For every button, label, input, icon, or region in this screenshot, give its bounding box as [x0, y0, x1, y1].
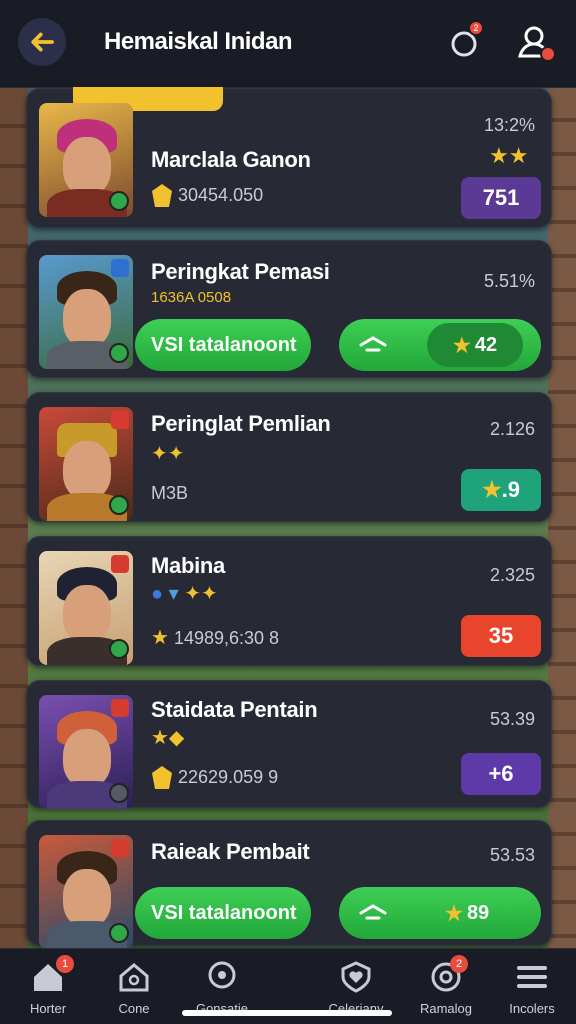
ranking-card[interactable]: Mabina 2.325 ● ▾ ✦✦ ★ 14989,6:30 8 35 — [26, 536, 552, 666]
player-points: 1636A 0508 — [151, 289, 232, 306]
reward-pill[interactable]: ★ 89 — [339, 887, 541, 939]
nav-badge: 1 — [56, 955, 74, 973]
star-gem-icons: ★◆ — [151, 727, 185, 749]
notifications-button[interactable]: 2 — [444, 20, 484, 62]
player-points: M3B — [151, 483, 189, 503]
star-icon: ★ — [151, 627, 169, 649]
reward-value: 89 — [466, 901, 490, 924]
score-badge: +6 — [461, 753, 541, 795]
player-percent: 53.53 — [489, 845, 535, 865]
online-status-icon — [109, 191, 129, 211]
player-percent: 13:2% — [483, 115, 535, 135]
nav-label: Cone — [118, 1001, 150, 1016]
page-title: Hemaiskal Inidan — [104, 28, 293, 55]
player-score-line: 22629.059 9 — [151, 765, 278, 791]
online-status-icon — [109, 343, 129, 363]
player-name: Marclala Ganon — [151, 147, 311, 172]
home-indicator[interactable] — [182, 1010, 392, 1016]
player-avatar — [39, 835, 133, 949]
player-avatar — [39, 255, 133, 369]
player-points: 14989,6:30 8 — [173, 628, 280, 648]
right-wall-decoration — [548, 88, 576, 948]
nav-item-incolers[interactable]: Incolers — [484, 949, 576, 1024]
stars-icon: ★★ — [489, 143, 529, 168]
nav-item-horter[interactable]: 1 Horter — [0, 949, 96, 1024]
reward-chip: ★ 89 — [445, 901, 489, 926]
back-button[interactable] — [18, 18, 66, 66]
star-icon: ★ — [452, 334, 471, 357]
nav-item-cone[interactable]: Cone — [86, 949, 182, 1024]
ranking-card[interactable]: Staidata Pentain 53.39 ★◆ 22629.059 9 +6 — [26, 680, 552, 809]
score-value: .9 — [501, 477, 521, 502]
online-status-icon — [109, 495, 129, 515]
player-percent: 2.126 — [489, 419, 535, 439]
shield-heart-icon — [341, 961, 371, 993]
player-points: 22629.059 9 — [178, 766, 279, 787]
rank-icon — [111, 259, 129, 277]
player-score-line: 30454.050 — [151, 183, 263, 209]
score-badge: 751 — [461, 177, 541, 219]
nav-item-ramalog[interactable]: 2 Ramalog — [398, 949, 494, 1024]
arrow-swap-icon — [359, 336, 387, 352]
arrow-left-icon — [31, 32, 54, 52]
player-avatar — [39, 407, 133, 521]
rank-icon — [111, 839, 129, 857]
arrow-swap-icon — [359, 904, 387, 920]
rank-icon — [111, 411, 129, 429]
online-status-icon — [109, 923, 129, 943]
online-status-icon — [109, 639, 129, 659]
player-name: Mabina — [151, 553, 225, 578]
spark-icon: ✦✦ — [184, 583, 218, 605]
rank-icon — [111, 555, 129, 573]
star-icon: ★ — [481, 477, 502, 502]
offline-status-icon — [109, 783, 129, 803]
reward-value: 42 — [474, 333, 498, 356]
ranking-card[interactable]: Peringkat Pemasi 5.51% 1636A 0508 VSI ta… — [26, 240, 552, 378]
score-badge: 35 — [461, 615, 541, 657]
rank-icon — [111, 699, 129, 717]
player-name: Raieak Pembait — [151, 839, 310, 864]
score-badge: ★ .9 — [461, 469, 541, 511]
chat-icon — [208, 961, 236, 989]
drop-icon: ▾ — [168, 583, 179, 605]
gem-icon — [152, 766, 172, 789]
reward-pill[interactable]: ★ 42 — [339, 319, 541, 371]
power-icons: ● ▾ ✦✦ — [151, 581, 218, 606]
player-avatar — [39, 695, 133, 809]
star-icon: ★ — [445, 902, 463, 925]
nav-label: Horter — [29, 1001, 67, 1016]
player-points: 30454.050 — [178, 184, 264, 205]
notification-badge: 2 — [468, 20, 484, 36]
nav-label: Ramalog — [419, 1001, 473, 1016]
gem-icon — [152, 184, 172, 207]
player-percent: 2.325 — [489, 565, 535, 585]
stat-pill[interactable]: VSI tatalanoont — [135, 319, 311, 371]
nav-label: Incolers — [509, 1001, 555, 1016]
ranking-card[interactable]: Raieak Pembait 53.53 VSI tatalanoont ★ 8… — [26, 820, 552, 949]
player-score-line: ★ 14989,6:30 8 — [151, 625, 279, 650]
ranking-card[interactable]: Marclala Ganon 13:2% ★★ 30454.050 751 — [26, 87, 552, 228]
top-bar: Hemaiskal Inidan 2 — [0, 0, 576, 88]
player-name: Staidata Pentain — [151, 697, 318, 722]
profile-button[interactable] — [514, 22, 556, 62]
ranking-card[interactable]: Peringlat Pemlian 2.126 ✦✦ M3B ★ .9 — [26, 392, 552, 522]
house-outline-icon — [119, 963, 149, 992]
player-percent: 53.39 — [489, 709, 535, 729]
stat-pill[interactable]: VSI tatalanoont — [135, 887, 311, 939]
left-wall-decoration — [0, 88, 28, 948]
wings-icon: ✦✦ — [151, 443, 185, 465]
player-percent: 5.51% — [483, 271, 535, 291]
menu-icon — [517, 966, 547, 988]
nav-badge: 2 — [450, 955, 468, 973]
reward-chip: ★ 42 — [427, 323, 523, 367]
player-name: Peringlat Pemlian — [151, 411, 331, 436]
player-avatar — [39, 551, 133, 665]
orb-icon: ● — [151, 583, 164, 605]
profile-alert-dot — [540, 46, 556, 62]
player-avatar — [39, 103, 133, 217]
player-name: Peringkat Pemasi — [151, 259, 330, 284]
